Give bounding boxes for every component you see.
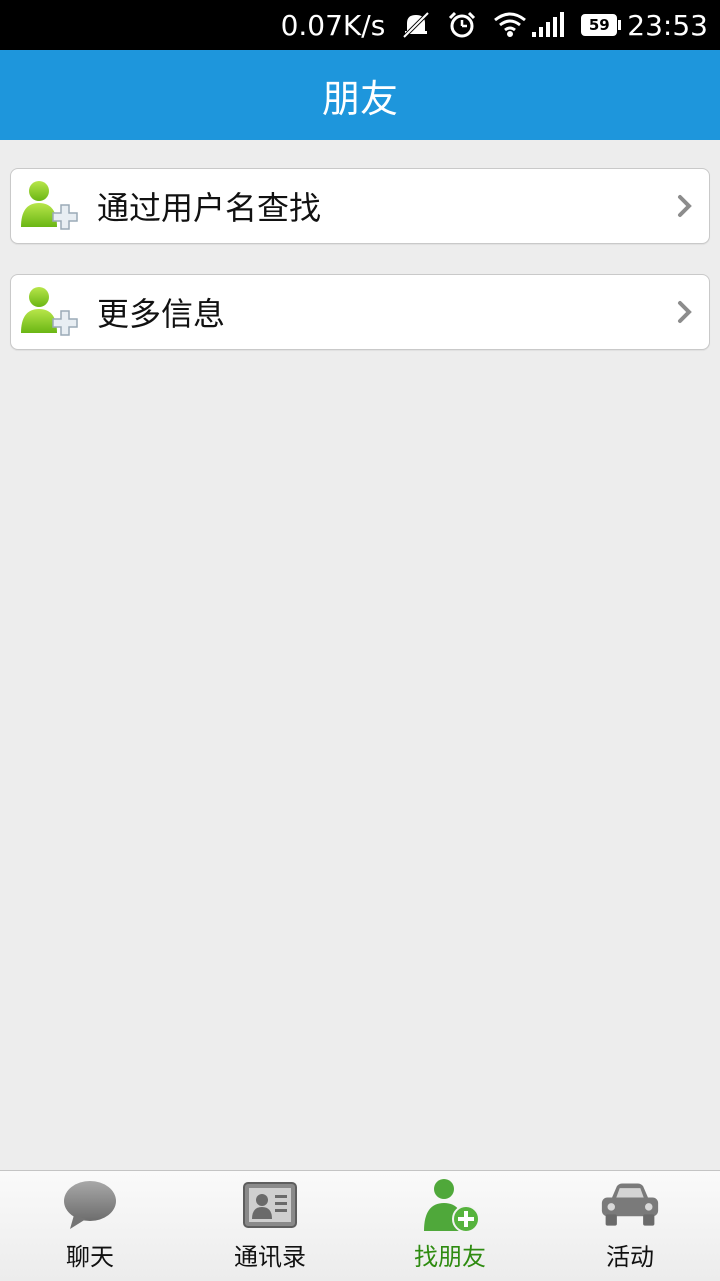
tab-find-friends-label: 找朋友 xyxy=(414,1243,486,1271)
tab-chat[interactable]: 聊天 xyxy=(0,1171,180,1281)
find-by-username-row[interactable]: 通过用户名查找 xyxy=(10,168,710,244)
title-bar: 朋友 xyxy=(0,50,720,140)
tab-activities-label: 活动 xyxy=(606,1243,654,1271)
battery-icon: 59 xyxy=(581,14,622,36)
add-user-icon xyxy=(21,181,78,230)
tab-chat-label: 聊天 xyxy=(66,1243,114,1271)
mute-icon xyxy=(401,11,431,39)
battery-level: 59 xyxy=(581,14,618,36)
page-title: 朋友 xyxy=(321,76,398,121)
find-friend-icon xyxy=(424,1179,480,1233)
wifi-icon xyxy=(493,12,527,38)
chevron-right-icon xyxy=(678,195,692,217)
alarm-icon xyxy=(447,11,477,39)
tab-contacts[interactable]: 通讯录 xyxy=(180,1171,360,1281)
network-speed: 0.07K/s xyxy=(280,8,386,42)
chevron-right-icon xyxy=(678,301,692,323)
more-info-row[interactable]: 更多信息 xyxy=(10,274,710,350)
status-bar: 0.07K/s 59 23:53 xyxy=(0,0,720,50)
car-icon xyxy=(601,1183,659,1226)
contact-card-icon xyxy=(243,1182,297,1228)
chat-bubble-icon xyxy=(64,1181,116,1229)
signal-icon xyxy=(531,12,565,38)
tab-activities[interactable]: 活动 xyxy=(540,1171,720,1281)
clock: 23:53 xyxy=(627,8,708,42)
more-info-label: 更多信息 xyxy=(97,295,226,333)
tab-find-friends[interactable]: 找朋友 xyxy=(360,1171,540,1281)
tab-contacts-label: 通讯录 xyxy=(234,1243,306,1271)
bottom-nav: 聊天 通讯录 找朋友 活动 xyxy=(0,1170,720,1281)
find-by-username-label: 通过用户名查找 xyxy=(97,189,322,227)
add-user-icon xyxy=(21,287,78,336)
